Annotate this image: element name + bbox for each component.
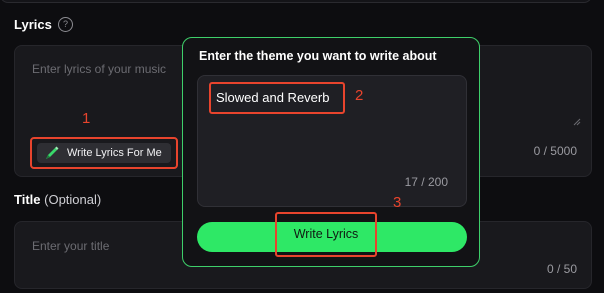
- pen-icon: [46, 146, 59, 159]
- title-label-text: Title: [14, 192, 41, 207]
- title-placeholder: Enter your title: [32, 239, 110, 253]
- write-lyrics-for-me-highlight: Write Lyrics For Me: [30, 137, 178, 169]
- annotation-marker-3: 3: [393, 194, 402, 211]
- resize-grip-icon[interactable]: [573, 118, 581, 126]
- lyrics-placeholder: Enter lyrics of your music: [32, 62, 167, 76]
- title-label: Title (Optional): [14, 192, 101, 207]
- question-circle-icon[interactable]: ?: [58, 17, 73, 32]
- annotation-marker-1: 1: [82, 110, 91, 127]
- write-lyrics-label: Write Lyrics: [293, 227, 359, 241]
- lyrics-label: Lyrics: [14, 17, 52, 32]
- title-char-count: 0 / 50: [546, 262, 577, 276]
- lyrics-char-count: 0 / 5000: [533, 144, 577, 158]
- theme-value-highlight: Slowed and Reverb: [209, 82, 345, 114]
- write-lyrics-highlight: Write Lyrics: [275, 212, 377, 257]
- annotation-marker-2: 2: [355, 87, 364, 104]
- write-lyrics-for-me-button[interactable]: Write Lyrics For Me: [37, 143, 171, 163]
- popover-heading: Enter the theme you want to write about: [199, 49, 437, 63]
- write-lyrics-for-me-label: Write Lyrics For Me: [67, 147, 162, 159]
- theme-value-text: Slowed and Reverb: [216, 90, 330, 105]
- theme-char-count: 17 / 200: [404, 175, 448, 189]
- previous-field-edge: [0, 0, 592, 3]
- title-optional-text: (Optional): [44, 192, 102, 207]
- lyrics-editor-page: Lyrics ? Enter lyrics of your music 0 / …: [0, 0, 604, 293]
